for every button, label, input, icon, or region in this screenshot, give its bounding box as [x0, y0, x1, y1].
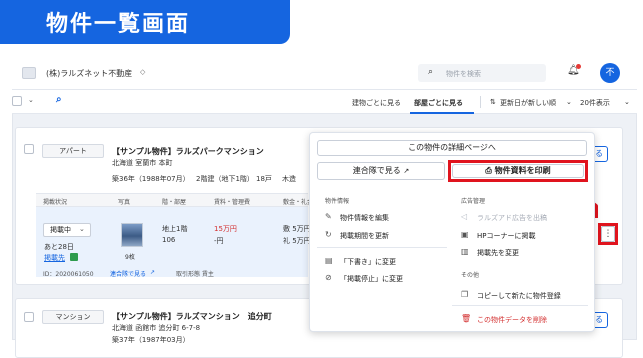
avatar[interactable]: 不	[600, 63, 620, 83]
menu-divider	[452, 305, 588, 306]
column-header: 掲載状況	[43, 199, 68, 206]
column-header: 階・部屋	[162, 199, 187, 206]
card-checkbox[interactable]	[24, 312, 34, 322]
property-type-badge: マンション	[42, 310, 104, 324]
unit-count: 18戸	[256, 175, 272, 183]
property-id: ID：2020061050	[43, 271, 94, 278]
card-checkbox[interactable]	[24, 144, 34, 154]
per-page-chevron-icon[interactable]: ⌄	[624, 98, 630, 106]
copy-icon: ❐	[461, 290, 469, 299]
portal-icon: ▥	[461, 247, 469, 256]
delete-item[interactable]: この物件データを削除	[477, 315, 547, 325]
change-dest-item[interactable]: 掲載先を変更	[477, 248, 519, 258]
publish-dest-link[interactable]: 掲載先	[44, 253, 65, 263]
deal-type: 取引形態 賃主	[176, 271, 214, 278]
active-tab-indicator	[410, 112, 474, 114]
property-photo[interactable]	[121, 223, 143, 247]
detail-page-button[interactable]: この物件の詳細ページへ	[317, 140, 587, 156]
external-link-icon: ↗	[150, 269, 156, 276]
floor: 地上1階	[162, 225, 188, 233]
built-year: 築37年（1987年03月）	[112, 336, 190, 344]
view-rengotai-label: 連合隊で見る	[352, 166, 401, 175]
photo-count: 9枚	[125, 254, 135, 261]
property-address: 北海道 室蘭市 本町	[112, 159, 173, 167]
sort-chevron-icon[interactable]: ⌄	[566, 98, 572, 106]
search-icon: ⌕	[428, 67, 434, 77]
hp-corner-item[interactable]: HPコーナーに掲載	[477, 231, 536, 241]
status-chevron-icon[interactable]: ⌄	[79, 225, 85, 233]
draft-icon: ▤	[325, 256, 333, 265]
change-stop-item[interactable]: 「掲載停止」に変更	[340, 274, 403, 284]
rengotai-link[interactable]: 連合隊で見る	[110, 269, 146, 278]
edit-button[interactable]: る	[594, 146, 608, 162]
per-page-select[interactable]: 20件表示	[580, 98, 610, 108]
company-name[interactable]: (株)ラルズネット不動産	[46, 68, 132, 79]
toolbar-divider	[480, 96, 481, 108]
menu-divider	[317, 247, 447, 248]
company-switch-icon[interactable]: ◇	[140, 68, 145, 76]
section-property-info: 物件情報	[325, 198, 350, 205]
property-type-badge: アパート	[42, 144, 104, 158]
highlight-box	[448, 160, 588, 182]
floors: 2階建（地下1階）	[196, 175, 254, 183]
highlight-box	[598, 223, 618, 245]
structure: 木造	[282, 175, 296, 183]
filter-search-icon[interactable]: ⌕	[56, 94, 62, 105]
column-header: 賃料・管理費	[214, 199, 251, 206]
remaining-days: あと28日	[44, 243, 74, 251]
property-address: 北海道 函館市 追分町 6-7-8	[112, 324, 201, 332]
rent: 15万円	[214, 225, 237, 233]
tab-view-by-building[interactable]: 建物ごとに見る	[352, 98, 401, 108]
built-year: 築36年（1988年07月）	[112, 175, 190, 183]
key-money: 礼 5万円	[283, 237, 311, 245]
search-input[interactable]	[418, 64, 546, 82]
edit-icon: ✎	[325, 212, 332, 221]
company-logo-icon	[22, 67, 36, 79]
external-link-icon: ↗	[403, 167, 410, 175]
stop-icon: ⊘	[325, 273, 332, 282]
column-header: 写真	[118, 199, 131, 206]
renew-period-item[interactable]: 掲載期間を更新	[340, 231, 389, 241]
change-draft-item[interactable]: 「下書き」に変更	[340, 257, 396, 267]
sort-select[interactable]: 更新日が新しい順	[500, 98, 556, 108]
search-placeholder: 物件を検索	[446, 70, 481, 78]
management-fee: -円	[214, 237, 224, 245]
property-name-link[interactable]: 【サンプル物件】ラルズマンション 追分町	[112, 311, 272, 322]
deposit: 敷 5万円	[283, 225, 311, 233]
section-other: その他	[461, 272, 480, 279]
property-name-link[interactable]: 【サンプル物件】ラルズパークマンション	[112, 146, 264, 157]
megaphone-icon: ◁	[461, 212, 468, 221]
website-icon: ▣	[461, 230, 469, 239]
section-ad-management: 広告管理	[461, 198, 486, 205]
chevron-down-icon[interactable]: ⌄	[28, 96, 34, 104]
portal-badge-icon	[70, 253, 78, 261]
copy-register-item[interactable]: コピーして新たに物件登録	[477, 291, 561, 301]
sort-icon: ⇅	[490, 98, 496, 106]
page-title-banner: 物件一覧画面	[0, 0, 290, 44]
select-all-checkbox[interactable]	[12, 96, 22, 106]
refresh-icon: ↻	[325, 230, 332, 239]
edit-info-item[interactable]: 物件情報を編集	[340, 213, 389, 223]
view-rengotai-button[interactable]: 連合隊で見る ↗	[317, 162, 445, 180]
trash-icon: 🗑︎	[461, 314, 472, 323]
notification-dot	[576, 64, 581, 69]
tab-view-by-room[interactable]: 部屋ごとに見る	[414, 98, 463, 108]
room-number: 106	[162, 236, 176, 244]
ad-larzu-item[interactable]: ラルズアド広告を出稿	[477, 213, 547, 223]
edit-button[interactable]: る	[594, 312, 608, 328]
